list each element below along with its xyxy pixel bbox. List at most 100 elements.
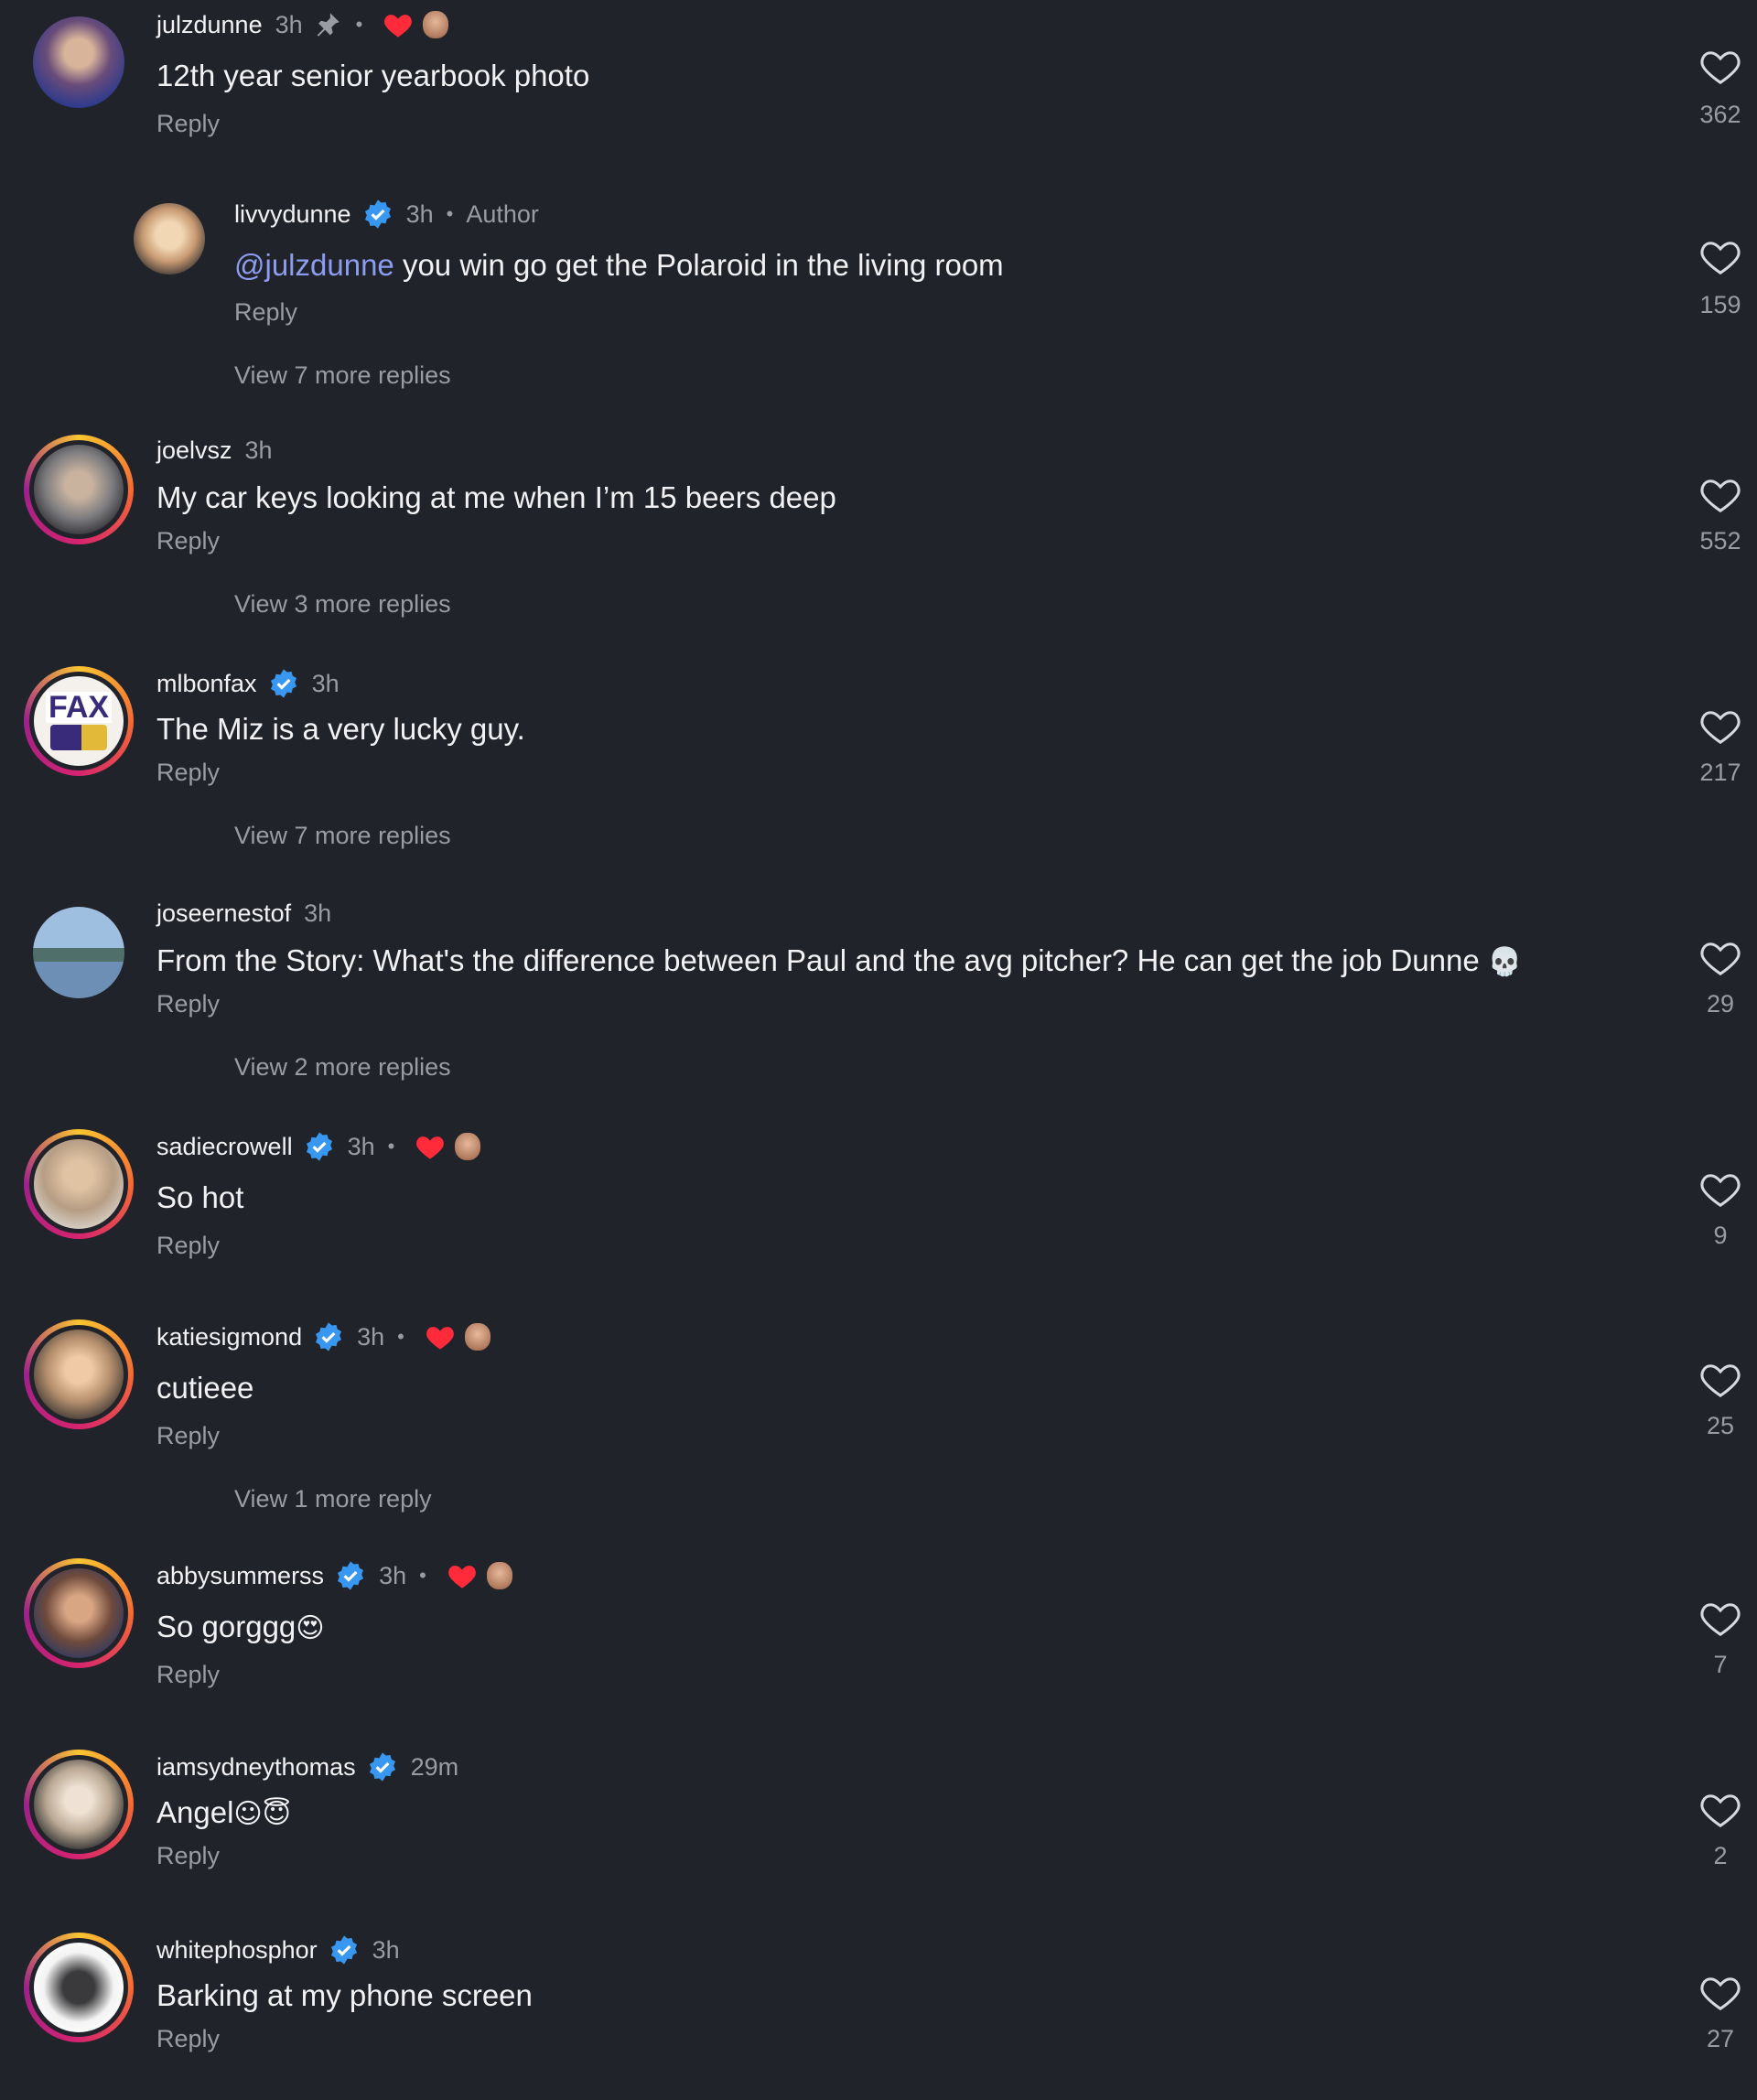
like-heart-icon[interactable] bbox=[1699, 1170, 1741, 1209]
red-heart-icon bbox=[426, 1327, 454, 1350]
username[interactable]: mlbonfax bbox=[156, 670, 257, 698]
separator-dot: • bbox=[387, 1135, 395, 1158]
reply-button[interactable]: Reply bbox=[234, 298, 297, 327]
avatar[interactable] bbox=[24, 1750, 134, 1859]
creator-liked bbox=[447, 1562, 512, 1589]
red-heart-icon bbox=[384, 15, 413, 38]
reply-button[interactable]: Reply bbox=[156, 990, 220, 1018]
view-more-replies[interactable]: View 3 more replies bbox=[234, 590, 451, 619]
reply-button[interactable]: Reply bbox=[156, 1661, 220, 1689]
username[interactable]: joseernestof bbox=[156, 899, 291, 928]
reply-button[interactable]: Reply bbox=[156, 1232, 220, 1260]
creator-avatar-icon bbox=[464, 1323, 490, 1351]
like-heart-icon[interactable] bbox=[1699, 48, 1741, 86]
username[interactable]: whitephosphor bbox=[156, 1936, 318, 1965]
creator-avatar-icon bbox=[486, 1562, 512, 1589]
reply-button[interactable]: Reply bbox=[156, 759, 220, 787]
reply-button[interactable]: Reply bbox=[156, 1422, 220, 1450]
creator-liked bbox=[383, 11, 449, 38]
creator-liked bbox=[425, 1323, 490, 1351]
like-heart-icon[interactable] bbox=[1699, 1599, 1741, 1638]
avatar[interactable] bbox=[33, 16, 124, 108]
mlb-logo-icon bbox=[50, 725, 107, 750]
separator-dot: • bbox=[419, 1564, 426, 1587]
like-count: 552 bbox=[1699, 527, 1741, 555]
separator-dot: • bbox=[446, 202, 454, 225]
reply-button[interactable]: Reply bbox=[156, 110, 220, 138]
comment-text: From the Story: What's the difference be… bbox=[156, 943, 1523, 978]
comment-text: My car keys looking at me when I’m 15 be… bbox=[156, 480, 836, 514]
timestamp: 3h bbox=[244, 436, 273, 464]
skull-emoji-icon: 💀 bbox=[1487, 946, 1523, 978]
comment-text: 12th year senior yearbook photo bbox=[156, 59, 590, 92]
like-heart-icon[interactable] bbox=[1699, 939, 1741, 977]
pin-icon bbox=[317, 13, 340, 37]
comment-text: Angel☺😇 bbox=[156, 1795, 291, 1830]
username[interactable]: katiesigmond bbox=[156, 1323, 302, 1352]
reply-button[interactable]: Reply bbox=[156, 2025, 220, 2053]
like-count: 362 bbox=[1699, 101, 1741, 128]
timestamp: 29m bbox=[410, 1752, 459, 1781]
avatar-logo-text: FAX bbox=[45, 692, 113, 723]
username[interactable]: livvydunne bbox=[234, 200, 351, 229]
verified-badge-icon bbox=[330, 1935, 357, 1965]
like-heart-icon[interactable] bbox=[1699, 1791, 1741, 1829]
avatar[interactable] bbox=[134, 203, 205, 275]
view-more-replies[interactable]: View 1 more reply bbox=[234, 1485, 432, 1513]
like-count: 159 bbox=[1699, 291, 1741, 318]
like-count: 9 bbox=[1713, 1222, 1728, 1249]
timestamp: 3h bbox=[357, 1322, 385, 1351]
comment-text: cutieee bbox=[156, 1371, 254, 1405]
like-count: 7 bbox=[1713, 1651, 1728, 1678]
verified-badge-icon bbox=[364, 199, 391, 229]
like-heart-icon[interactable] bbox=[1699, 238, 1741, 276]
username[interactable]: joelvsz bbox=[156, 436, 232, 465]
like-heart-icon[interactable] bbox=[1699, 1361, 1741, 1399]
reply-button[interactable]: Reply bbox=[156, 527, 220, 555]
avatar[interactable] bbox=[24, 1558, 134, 1668]
username[interactable]: julzdunne bbox=[156, 11, 263, 39]
like-heart-icon[interactable] bbox=[1699, 1974, 1741, 2012]
author-label: Author bbox=[466, 199, 539, 228]
avatar[interactable] bbox=[24, 1933, 134, 2042]
creator-avatar-icon bbox=[455, 1133, 481, 1160]
timestamp: 3h bbox=[304, 899, 332, 927]
separator-dot: • bbox=[355, 13, 363, 36]
avatar[interactable]: FAX bbox=[24, 666, 134, 776]
like-count: 27 bbox=[1706, 2025, 1735, 2052]
red-heart-icon bbox=[416, 1136, 445, 1159]
separator-dot: • bbox=[397, 1325, 404, 1348]
view-more-replies[interactable]: View 2 more replies bbox=[234, 1053, 451, 1082]
view-more-replies[interactable]: View 7 more replies bbox=[234, 822, 451, 850]
like-heart-icon[interactable] bbox=[1699, 476, 1741, 514]
timestamp: 3h bbox=[275, 10, 303, 38]
heart-eyes-emoji-icon: 😍 bbox=[296, 1612, 325, 1644]
verified-badge-icon bbox=[316, 1322, 342, 1352]
avatar[interactable] bbox=[33, 907, 124, 998]
red-heart-icon bbox=[447, 1566, 476, 1588]
like-heart-icon[interactable] bbox=[1699, 707, 1741, 746]
avatar[interactable] bbox=[24, 1319, 134, 1429]
username[interactable]: abbysummerss bbox=[156, 1562, 324, 1590]
timestamp: 3h bbox=[379, 1561, 407, 1589]
like-count: 25 bbox=[1706, 1412, 1735, 1439]
verified-badge-icon bbox=[306, 1132, 332, 1161]
username[interactable]: iamsydneythomas bbox=[156, 1753, 356, 1782]
creator-liked bbox=[415, 1133, 481, 1160]
reply-button[interactable]: Reply bbox=[156, 1842, 220, 1870]
comment-text: So gorggg😍 bbox=[156, 1610, 325, 1644]
smiling-angel-emoji-icon: ☺😇 bbox=[233, 1798, 291, 1830]
mention-link[interactable]: @julzdunne bbox=[234, 248, 394, 282]
avatar[interactable] bbox=[24, 1129, 134, 1239]
comment-text: The Miz is a very lucky guy. bbox=[156, 712, 525, 746]
avatar[interactable] bbox=[24, 435, 134, 544]
username[interactable]: sadiecrowell bbox=[156, 1133, 293, 1161]
verified-badge-icon bbox=[270, 669, 296, 698]
creator-avatar-icon bbox=[423, 11, 449, 38]
view-more-replies[interactable]: View 7 more replies bbox=[234, 361, 451, 390]
comment-text: Barking at my phone screen bbox=[156, 1978, 533, 2012]
like-count: 29 bbox=[1706, 990, 1735, 1018]
verified-badge-icon bbox=[338, 1561, 364, 1590]
comment-text: @julzdunne you win go get the Polaroid i… bbox=[234, 248, 1004, 282]
timestamp: 3h bbox=[372, 1935, 400, 1964]
